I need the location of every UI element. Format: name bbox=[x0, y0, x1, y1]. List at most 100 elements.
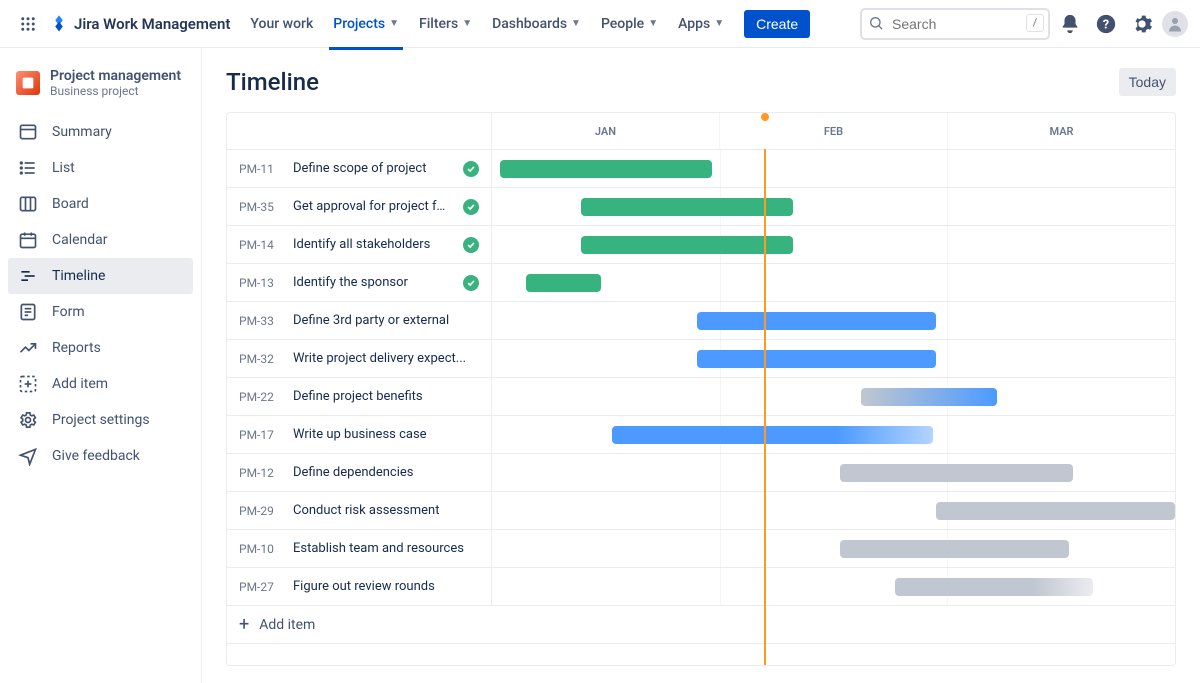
issue-key[interactable]: PM-11 bbox=[239, 162, 281, 176]
issue-summary[interactable]: Establish team and resources bbox=[293, 541, 479, 556]
timeline-row[interactable]: PM-12 Define dependencies bbox=[227, 453, 1175, 491]
timeline-row[interactable]: PM-35 Get approval for project fund... bbox=[227, 187, 1175, 225]
month-header: JAN bbox=[492, 113, 720, 149]
search-shortcut: / bbox=[1026, 14, 1044, 32]
create-button[interactable]: Create bbox=[744, 10, 810, 38]
sidebar-item-settings[interactable]: Project settings bbox=[8, 402, 193, 438]
issue-key[interactable]: PM-14 bbox=[239, 238, 281, 252]
add-item-label: Add item bbox=[259, 617, 315, 633]
done-check-icon bbox=[463, 275, 479, 291]
issue-key[interactable]: PM-10 bbox=[239, 542, 281, 556]
nav-people[interactable]: People▼ bbox=[593, 10, 666, 38]
month-header: FEB bbox=[720, 113, 948, 149]
issue-key[interactable]: PM-27 bbox=[239, 580, 281, 594]
done-check-icon bbox=[463, 237, 479, 253]
nav-projects[interactable]: Projects▼ bbox=[325, 10, 407, 38]
timeline-bar[interactable] bbox=[861, 388, 998, 406]
project-name: Project management bbox=[50, 68, 181, 84]
done-check-icon bbox=[463, 199, 479, 215]
issue-key[interactable]: PM-12 bbox=[239, 466, 281, 480]
timeline-row[interactable]: PM-22 Define project benefits bbox=[227, 377, 1175, 415]
issue-summary[interactable]: Get approval for project fund... bbox=[293, 199, 451, 214]
brand-text: Jira Work Management bbox=[74, 15, 230, 33]
svg-text:?: ? bbox=[1103, 17, 1109, 32]
timeline-bar[interactable] bbox=[500, 160, 712, 178]
timeline-row[interactable]: PM-27 Figure out review rounds bbox=[227, 567, 1175, 605]
app-switcher-icon[interactable] bbox=[12, 8, 44, 40]
timeline-bar[interactable] bbox=[526, 274, 601, 292]
timeline-row[interactable]: PM-29 Conduct risk assessment bbox=[227, 491, 1175, 529]
timeline-row[interactable]: PM-14 Identify all stakeholders bbox=[227, 225, 1175, 263]
timeline-bar[interactable] bbox=[581, 198, 793, 216]
timeline-row[interactable]: PM-10 Establish team and resources bbox=[227, 529, 1175, 567]
issue-summary[interactable]: Define project benefits bbox=[293, 389, 479, 404]
sidebar: Project management Business project Summ… bbox=[0, 48, 202, 683]
issue-key[interactable]: PM-17 bbox=[239, 428, 281, 442]
sidebar-item-add[interactable]: Add item bbox=[8, 366, 193, 402]
settings-icon[interactable] bbox=[1126, 8, 1158, 40]
issue-summary[interactable]: Write project delivery expect... bbox=[293, 351, 479, 366]
timeline-row[interactable]: PM-13 Identify the sponsor bbox=[227, 263, 1175, 301]
issue-key[interactable]: PM-29 bbox=[239, 504, 281, 518]
timeline-row[interactable]: PM-33 Define 3rd party or external bbox=[227, 301, 1175, 339]
sidebar-item-summary[interactable]: Summary bbox=[8, 114, 193, 150]
timeline-bar[interactable] bbox=[840, 540, 1069, 558]
issue-summary[interactable]: Identify all stakeholders bbox=[293, 237, 451, 252]
project-header[interactable]: Project management Business project bbox=[8, 64, 193, 114]
nav-filters[interactable]: Filters▼ bbox=[411, 10, 480, 38]
search-icon bbox=[868, 15, 884, 35]
sidebar-item-feedback[interactable]: Give feedback bbox=[8, 438, 193, 474]
issue-key[interactable]: PM-22 bbox=[239, 390, 281, 404]
issue-key[interactable]: PM-32 bbox=[239, 352, 281, 366]
sidebar-item-reports[interactable]: Reports bbox=[8, 330, 193, 366]
add-item-row[interactable]: + Add item bbox=[227, 605, 1175, 643]
sidebar-item-list[interactable]: List bbox=[8, 150, 193, 186]
issue-key[interactable]: PM-13 bbox=[239, 276, 281, 290]
timeline-bar[interactable] bbox=[895, 578, 1093, 596]
chevron-down-icon: ▼ bbox=[648, 18, 658, 29]
timeline-bar[interactable] bbox=[697, 350, 936, 368]
issue-summary[interactable]: Define 3rd party or external bbox=[293, 313, 479, 328]
chevron-down-icon: ▼ bbox=[571, 18, 581, 29]
help-icon[interactable]: ? bbox=[1090, 8, 1122, 40]
done-check-icon bbox=[463, 161, 479, 177]
project-type: Business project bbox=[50, 84, 181, 98]
timeline-row[interactable]: PM-32 Write project delivery expect... bbox=[227, 339, 1175, 377]
timeline-grid: JANFEBMAR PM-11Define scope of projectPM… bbox=[226, 112, 1176, 666]
issue-key[interactable]: PM-33 bbox=[239, 314, 281, 328]
timeline-row[interactable]: PM-11 Define scope of project bbox=[227, 149, 1175, 187]
issue-summary[interactable]: Define dependencies bbox=[293, 465, 479, 480]
chevron-down-icon: ▼ bbox=[389, 18, 399, 29]
project-avatar-icon bbox=[16, 71, 40, 95]
nav-dashboards[interactable]: Dashboards▼ bbox=[484, 10, 589, 38]
profile-avatar[interactable] bbox=[1162, 11, 1188, 37]
timeline-bar[interactable] bbox=[840, 464, 1072, 482]
issue-summary[interactable]: Define scope of project bbox=[293, 161, 451, 176]
search-input[interactable] bbox=[860, 8, 1050, 40]
chevron-down-icon: ▼ bbox=[714, 18, 724, 29]
issue-summary[interactable]: Write up business case bbox=[293, 427, 479, 442]
notifications-icon[interactable] bbox=[1054, 8, 1086, 40]
brand-logo[interactable]: Jira Work Management bbox=[48, 14, 230, 34]
nav-apps[interactable]: Apps▼ bbox=[670, 10, 732, 38]
plus-icon: + bbox=[239, 614, 249, 635]
sidebar-item-form[interactable]: Form bbox=[8, 294, 193, 330]
issue-key[interactable]: PM-35 bbox=[239, 200, 281, 214]
page-title: Timeline bbox=[226, 68, 319, 96]
month-header: MAR bbox=[948, 113, 1175, 149]
today-button[interactable]: Today bbox=[1119, 68, 1176, 96]
timeline-bar[interactable] bbox=[612, 426, 933, 444]
chevron-down-icon: ▼ bbox=[462, 18, 472, 29]
timeline-bar[interactable] bbox=[936, 502, 1175, 520]
timeline-bar[interactable] bbox=[697, 312, 936, 330]
issue-summary[interactable]: Figure out review rounds bbox=[293, 579, 479, 594]
sidebar-item-timeline[interactable]: Timeline bbox=[8, 258, 193, 294]
nav-your-work[interactable]: Your work bbox=[242, 10, 321, 38]
timeline-bar[interactable] bbox=[581, 236, 793, 254]
search-box[interactable]: / bbox=[860, 8, 1050, 40]
issue-summary[interactable]: Conduct risk assessment bbox=[293, 503, 479, 518]
timeline-row[interactable]: PM-17 Write up business case bbox=[227, 415, 1175, 453]
issue-summary[interactable]: Identify the sponsor bbox=[293, 275, 451, 290]
sidebar-item-calendar[interactable]: Calendar bbox=[8, 222, 193, 258]
sidebar-item-board[interactable]: Board bbox=[8, 186, 193, 222]
